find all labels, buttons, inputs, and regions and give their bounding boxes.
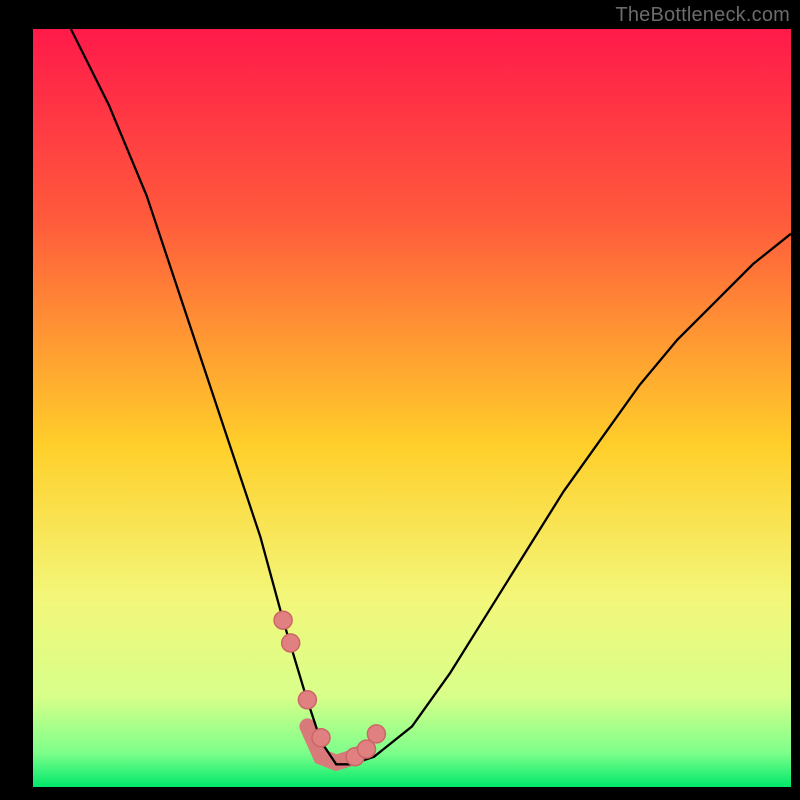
watermark-label: TheBottleneck.com [615,4,790,27]
marker-point [312,729,330,747]
chart-svg [0,0,800,800]
marker-point [298,691,316,709]
chart-frame: TheBottleneck.com [0,0,800,800]
marker-point [282,634,300,652]
plot-background [33,29,791,787]
marker-point [367,725,385,743]
marker-point [274,611,292,629]
